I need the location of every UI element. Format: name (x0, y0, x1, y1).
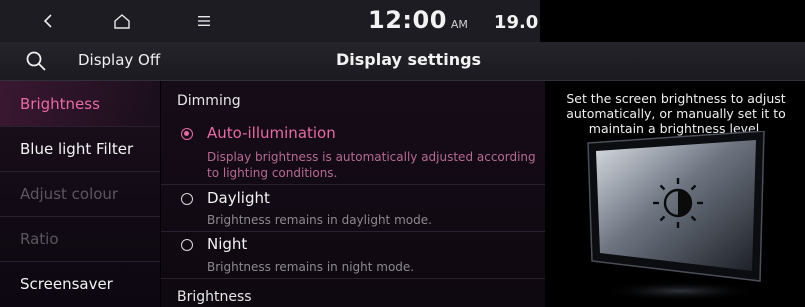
sidebar-item-label: Brightness (20, 94, 100, 113)
sidebar-item-screensaver[interactable]: Screensaver (0, 261, 160, 307)
option-daylight[interactable]: Daylight Brightness remains in daylight … (161, 185, 545, 231)
dimming-heading: Dimming (177, 93, 241, 109)
sidebar-item-adjust-colour: Adjust colour (0, 171, 160, 217)
radio-unselected-icon (181, 193, 193, 205)
clock-time: 12:00 (368, 6, 447, 34)
option-description: Display brightness is automatically adju… (207, 150, 536, 180)
home-icon (114, 14, 130, 29)
sidebar-item-brightness[interactable]: Brightness (0, 81, 160, 127)
search-icon (26, 51, 46, 71)
monitor-illustration (587, 131, 765, 301)
status-bar: 12:00 AM 19.01 (0, 0, 805, 42)
display-off-button[interactable]: Display Off (78, 51, 160, 69)
home-button[interactable] (102, 6, 142, 36)
page-title: Display settings (336, 50, 482, 69)
option-label: Daylight (207, 189, 270, 207)
sidebar-item-label: Adjust colour (20, 184, 119, 203)
radio-selected-icon (181, 128, 193, 140)
option-auto-illumination[interactable]: Auto-illumination Display brightness is … (161, 121, 545, 183)
info-description: Set the screen brightness to adjust auto… (566, 91, 786, 136)
info-panel: Set the screen brightness to adjust auto… (546, 81, 805, 307)
radio-unselected-icon (181, 239, 193, 251)
sidebar-item-ratio: Ratio (0, 216, 160, 262)
settings-panel: Dimming Auto-illumination Display bright… (161, 81, 545, 307)
brightness-heading: Brightness (177, 289, 252, 305)
option-description: Brightness remains in daylight mode. (207, 213, 432, 227)
sidebar-item-label: Screensaver (20, 275, 113, 293)
option-label: Night (207, 235, 248, 253)
sidebar: Brightness Blue light Filter Adjust colo… (0, 81, 160, 307)
header-bar: Display Off Display settings (0, 42, 805, 81)
status-bar-right (540, 0, 805, 42)
sidebar-item-blue-light-filter[interactable]: Blue light Filter (0, 126, 160, 172)
search-button[interactable] (22, 48, 50, 74)
clock: 12:00 AM 19.01 (368, 6, 551, 36)
menu-button[interactable] (184, 6, 224, 36)
clock-ampm: AM (450, 18, 468, 31)
chevron-left-icon (43, 14, 52, 28)
option-description: Brightness remains in night mode. (207, 260, 415, 274)
back-button[interactable] (28, 6, 68, 36)
sidebar-item-label: Ratio (20, 229, 59, 248)
option-night[interactable]: Night Brightness remains in night mode. (161, 232, 545, 278)
option-label: Auto-illumination (207, 124, 336, 142)
divider (161, 278, 545, 279)
sidebar-item-label: Blue light Filter (20, 139, 134, 158)
hamburger-menu-icon (198, 16, 210, 26)
